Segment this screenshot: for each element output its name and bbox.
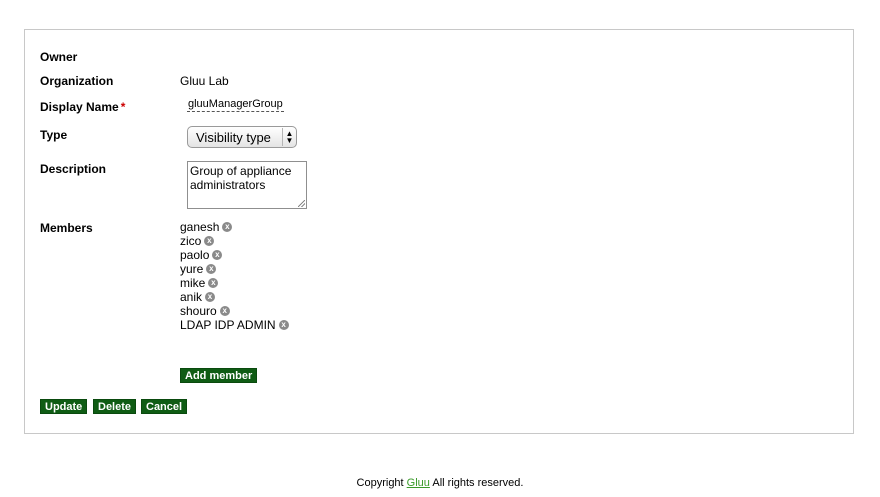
cancel-button[interactable]: Cancel bbox=[141, 399, 188, 414]
footer-gluu-link[interactable]: Gluu bbox=[407, 477, 430, 489]
member-item: mike x bbox=[180, 276, 289, 290]
member-item: paolo x bbox=[180, 248, 289, 262]
organization-value: Gluu Lab bbox=[180, 74, 229, 88]
member-name: LDAP IDP ADMIN bbox=[180, 318, 276, 332]
footer-suffix: All rights reserved. bbox=[432, 477, 524, 489]
type-select-value: Visibility type bbox=[196, 129, 271, 145]
display-name-label-text: Display Name bbox=[40, 100, 119, 114]
members-list: ganesh x zico x paolo x yure x mike x anik x s… bbox=[180, 220, 289, 332]
owner-label: Owner bbox=[40, 50, 78, 64]
member-name: paolo bbox=[180, 248, 210, 262]
delete-button[interactable]: Delete bbox=[93, 399, 137, 414]
remove-member-icon[interactable]: x bbox=[206, 264, 217, 274]
footer: Copyright Gluu All rights reserved. bbox=[0, 477, 880, 489]
footer-prefix: Copyright bbox=[356, 477, 404, 489]
member-item: anik x bbox=[180, 290, 289, 304]
member-item: shouro x bbox=[180, 304, 289, 318]
description-text: Group of appliance administrators bbox=[190, 164, 292, 192]
organization-label: Organization bbox=[40, 74, 114, 88]
member-item: LDAP IDP ADMIN x bbox=[180, 318, 289, 332]
member-item: zico x bbox=[180, 234, 289, 248]
remove-member-icon[interactable]: x bbox=[219, 306, 230, 316]
remove-member-icon[interactable]: x bbox=[278, 320, 289, 330]
member-item: yure x bbox=[180, 262, 289, 276]
remove-member-icon[interactable]: x bbox=[212, 250, 223, 260]
member-name: shouro bbox=[180, 304, 217, 318]
remove-member-icon[interactable]: x bbox=[222, 222, 233, 232]
description-textarea[interactable]: Group of appliance administrators bbox=[187, 161, 307, 209]
remove-member-icon[interactable]: x bbox=[208, 278, 219, 288]
remove-member-icon[interactable]: x bbox=[205, 292, 216, 302]
resize-handle-icon[interactable] bbox=[298, 200, 305, 207]
members-label: Members bbox=[40, 221, 93, 235]
member-name: anik bbox=[180, 290, 203, 304]
add-member-button[interactable]: Add member bbox=[180, 368, 258, 383]
update-button[interactable]: Update bbox=[40, 399, 88, 414]
description-label: Description bbox=[40, 162, 107, 176]
required-marker: * bbox=[120, 100, 126, 114]
display-name-field[interactable]: gluuManagerGroup bbox=[187, 98, 284, 112]
member-name: zico bbox=[180, 234, 202, 248]
member-item: ganesh x bbox=[180, 220, 289, 234]
remove-member-icon[interactable]: x bbox=[204, 236, 215, 246]
group-form-panel: Owner Organization Gluu Lab Display Name… bbox=[24, 29, 854, 434]
type-select[interactable]: Visibility type ▲ ▼ bbox=[187, 126, 297, 148]
member-name: yure bbox=[180, 262, 204, 276]
member-name: mike bbox=[180, 276, 206, 290]
select-arrows-icon: ▲ ▼ bbox=[282, 128, 296, 146]
display-name-label: Display Name * bbox=[40, 100, 125, 114]
member-name: ganesh bbox=[180, 220, 220, 234]
type-label: Type bbox=[40, 128, 68, 142]
